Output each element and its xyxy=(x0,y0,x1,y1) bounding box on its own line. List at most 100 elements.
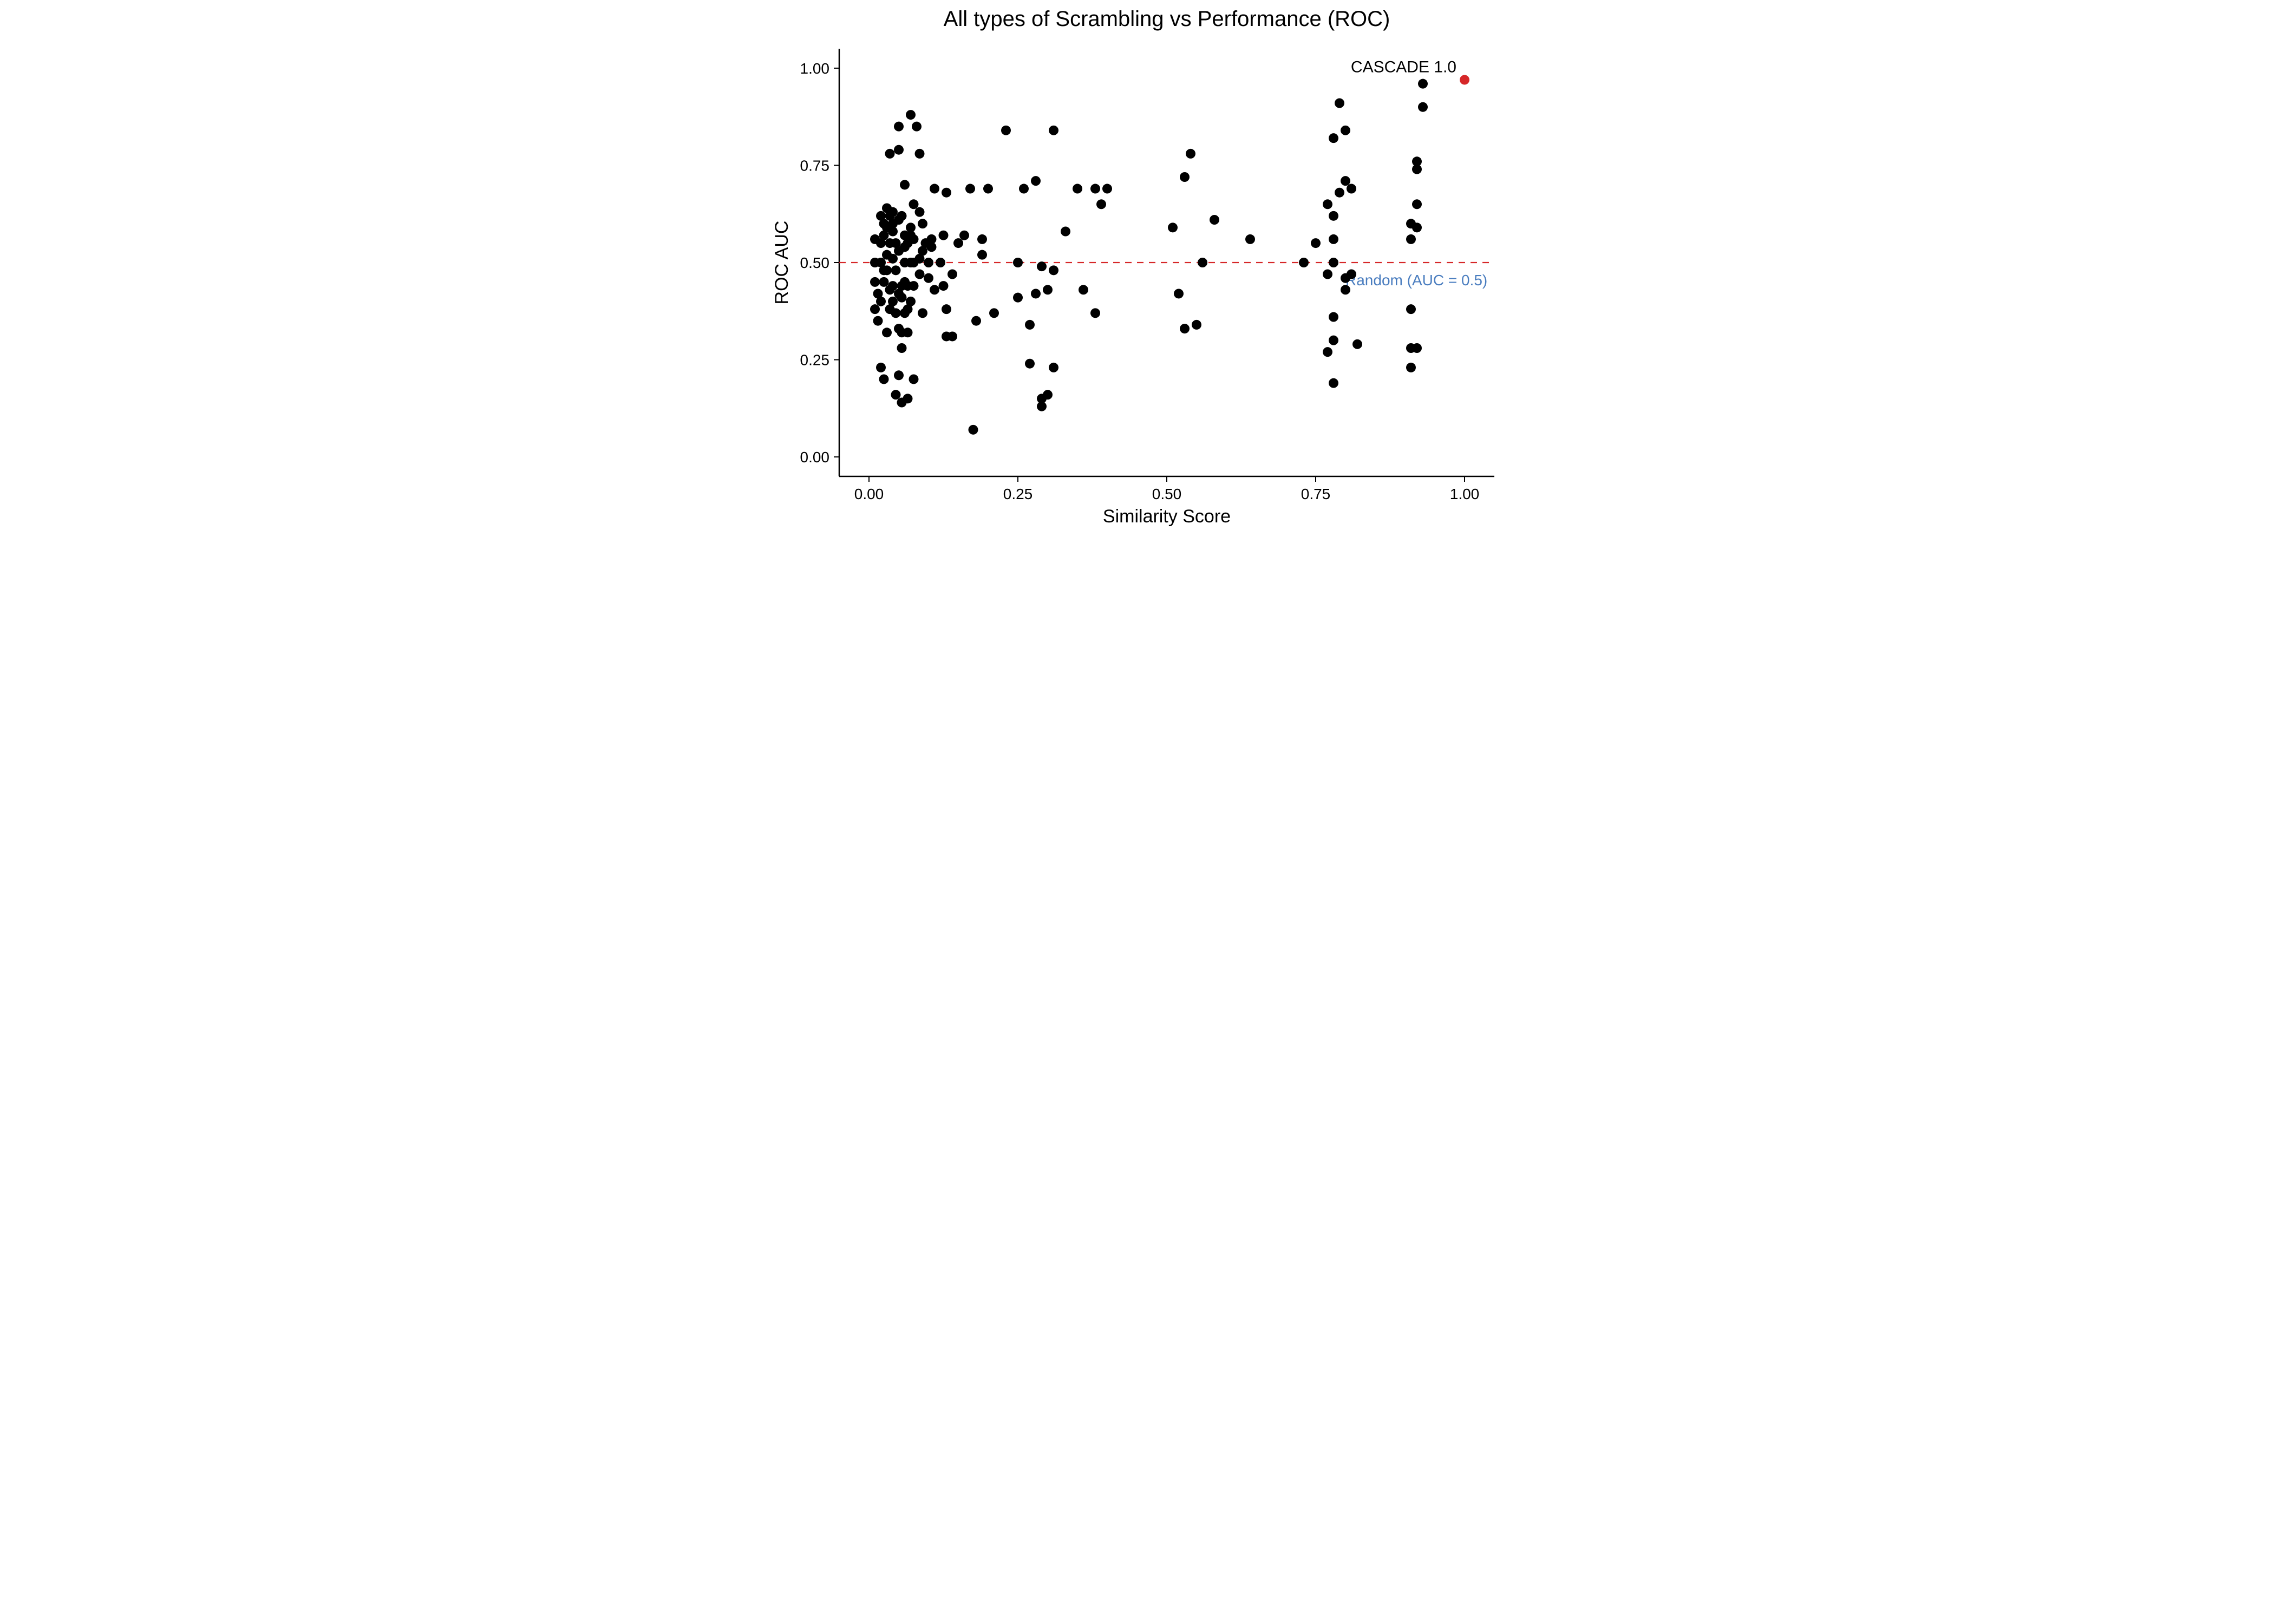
data-point xyxy=(965,184,975,194)
x-tick-label: 1.00 xyxy=(1450,486,1480,502)
data-point xyxy=(1335,188,1344,198)
x-tick-label: 0.00 xyxy=(854,486,884,502)
chart-container: All types of Scrambling vs Performance (… xyxy=(758,0,1516,541)
data-point xyxy=(909,234,919,244)
data-point xyxy=(1025,320,1035,330)
data-point xyxy=(906,297,916,306)
data-point xyxy=(1049,126,1058,135)
data-point xyxy=(1090,308,1100,318)
data-point xyxy=(1329,133,1338,143)
data-point xyxy=(1019,184,1029,194)
data-point xyxy=(924,273,933,283)
data-point xyxy=(1090,184,1100,194)
data-point xyxy=(1049,363,1058,372)
data-point xyxy=(918,219,927,228)
data-point xyxy=(1335,99,1344,108)
data-point xyxy=(897,211,907,221)
data-point xyxy=(876,363,886,372)
data-point xyxy=(1341,176,1350,186)
data-point xyxy=(1180,172,1190,182)
data-point xyxy=(903,394,913,403)
data-point xyxy=(1406,363,1416,372)
data-point xyxy=(927,234,937,244)
data-point xyxy=(1311,238,1321,248)
highlight-label: CASCADE 1.0 xyxy=(1351,58,1456,76)
y-axis-title: ROC AUC xyxy=(772,221,792,305)
data-point xyxy=(885,149,895,159)
data-point xyxy=(912,122,922,132)
x-tick-label: 0.50 xyxy=(1152,486,1182,502)
data-point xyxy=(915,207,925,217)
x-tick-label: 0.75 xyxy=(1301,486,1331,502)
data-point xyxy=(1323,199,1332,209)
data-point xyxy=(894,122,904,132)
data-point xyxy=(1096,199,1106,209)
data-point xyxy=(1329,378,1338,388)
data-point xyxy=(1079,285,1088,294)
x-axis-title: Similarity Score xyxy=(1103,506,1231,527)
data-point xyxy=(1073,184,1082,194)
data-point xyxy=(897,343,907,353)
data-point xyxy=(1329,312,1338,322)
data-point xyxy=(891,265,901,275)
data-point xyxy=(939,281,949,291)
y-tick-label: 0.00 xyxy=(800,449,830,466)
y-tick-label: 0.25 xyxy=(800,352,830,369)
data-point xyxy=(977,234,987,244)
y-tick-label: 0.75 xyxy=(800,157,830,174)
data-point xyxy=(1412,199,1422,209)
data-point xyxy=(903,328,913,337)
y-tick-label: 1.00 xyxy=(800,60,830,77)
data-point xyxy=(1198,258,1207,267)
data-point xyxy=(873,316,883,326)
data-point xyxy=(930,184,939,194)
data-point xyxy=(879,374,889,384)
data-point xyxy=(1043,285,1053,294)
data-point xyxy=(897,293,907,303)
data-point xyxy=(1210,215,1219,225)
data-point xyxy=(1329,258,1338,267)
data-point xyxy=(948,270,957,279)
data-point xyxy=(1329,336,1338,345)
data-point xyxy=(909,374,919,384)
data-point xyxy=(942,188,951,198)
data-point xyxy=(1031,289,1041,298)
chart-title: All types of Scrambling vs Performance (… xyxy=(944,7,1390,31)
data-point xyxy=(915,149,925,159)
chart-svg: All types of Scrambling vs Performance (… xyxy=(758,0,1516,541)
data-point xyxy=(1323,270,1332,279)
data-point xyxy=(1061,227,1070,237)
data-point xyxy=(1406,234,1416,244)
data-point xyxy=(939,231,949,240)
data-point xyxy=(1329,234,1338,244)
data-point xyxy=(1406,304,1416,314)
data-point xyxy=(1412,156,1422,166)
data-point xyxy=(971,316,981,326)
data-point xyxy=(918,308,927,318)
data-point xyxy=(906,222,916,232)
data-point xyxy=(894,370,904,380)
data-point xyxy=(977,250,987,260)
data-point xyxy=(906,110,916,120)
data-point xyxy=(888,254,898,264)
data-point xyxy=(989,308,999,318)
data-point xyxy=(953,238,963,248)
data-point xyxy=(942,304,951,314)
data-point xyxy=(1323,347,1332,357)
data-point xyxy=(909,281,919,291)
data-point xyxy=(1174,289,1184,298)
data-point xyxy=(983,184,993,194)
highlight-point xyxy=(1460,75,1469,84)
data-point xyxy=(909,199,919,209)
data-point xyxy=(1347,184,1356,194)
data-point xyxy=(1001,126,1011,135)
data-point xyxy=(891,390,901,400)
data-point xyxy=(1192,320,1201,330)
data-point xyxy=(1013,293,1023,303)
data-point xyxy=(1180,324,1190,333)
data-point xyxy=(1043,390,1053,400)
data-point xyxy=(1037,261,1047,271)
data-point xyxy=(1412,222,1422,232)
data-point xyxy=(876,297,886,306)
data-point xyxy=(870,277,880,287)
